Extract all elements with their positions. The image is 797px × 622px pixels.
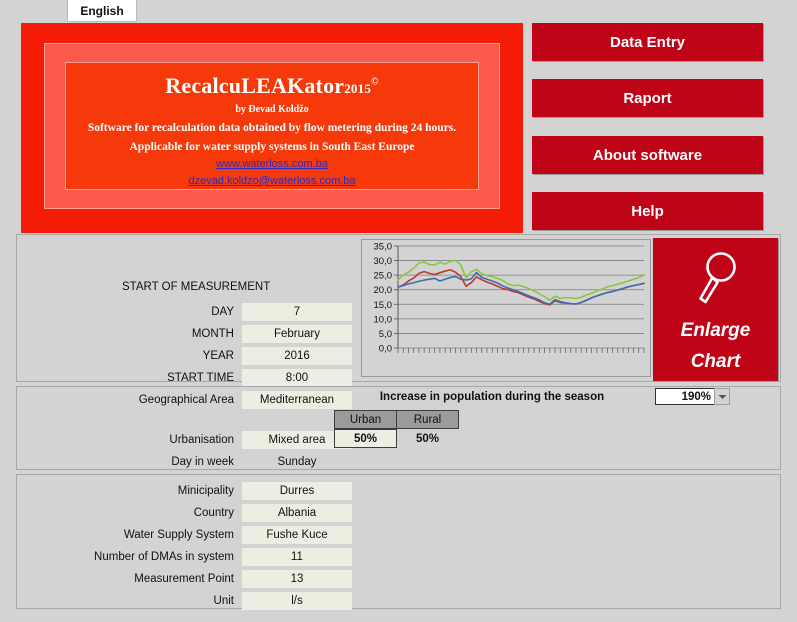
series-blue [397, 271, 645, 306]
field-day-label: DAY [211, 306, 234, 318]
field-year: YEAR 2016 [47, 347, 352, 365]
field-start-time-label: START TIME [167, 372, 234, 384]
field-start-time-value[interactable]: 8:00 [242, 369, 352, 387]
field-unit-label: Unit [213, 595, 234, 607]
website-link[interactable]: www.waterloss.com.ba [66, 158, 478, 170]
field-measurement-point-label: Measurement Point [134, 573, 234, 585]
field-day-in-week-value: Sunday [277, 456, 317, 468]
tab-english[interactable]: English [67, 0, 137, 22]
field-country-label: Country [193, 507, 234, 519]
field-urbanisation: Urbanisation Mixed area [47, 431, 352, 449]
field-day-in-week-label: Day in week [171, 456, 234, 468]
svg-text:30,0: 30,0 [374, 256, 393, 267]
title-banner-inner-frame: RecalcuLEAKator2015© by Đevad Koldžo Sof… [65, 62, 479, 190]
field-number-of-dmas-value[interactable]: 11 [242, 548, 352, 566]
svg-text:35,0: 35,0 [374, 242, 393, 253]
tab-strip: English [0, 0, 797, 22]
field-measurement-point: Measurement Point 13 [47, 570, 352, 588]
field-unit-value[interactable]: l/s [242, 592, 352, 610]
rural-value: 50% [415, 432, 440, 445]
field-month-value[interactable]: February [242, 325, 352, 343]
app-author: by Đevad Koldžo [235, 104, 309, 115]
field-municipality-label: Minicipality [177, 485, 234, 497]
field-month-label: MONTH [191, 328, 234, 340]
svg-text:10,0: 10,0 [374, 314, 393, 325]
svg-text:15,0: 15,0 [374, 300, 393, 311]
field-municipality-value[interactable]: Durres [242, 482, 352, 500]
population-increase-label: Increase in population during the season [379, 391, 605, 403]
app-title: RecalcuLEAKator2015© [66, 73, 478, 99]
svg-text:20,0: 20,0 [374, 285, 393, 296]
measurement-heading: START OF MEASUREMENT [122, 281, 271, 293]
field-geographical-area: Geographical Area Mediterranean [47, 391, 352, 409]
field-start-time: START TIME 8:00 [47, 369, 352, 387]
app-description-line-1: Software for recalculation data obtained… [87, 122, 457, 134]
app-description-line-2: Applicable for water supply systems in S… [129, 141, 415, 153]
enlarge-chart-button[interactable]: Enlarge Chart [653, 238, 778, 381]
field-year-value[interactable]: 2016 [242, 347, 352, 365]
app-title-year: 2015 [344, 81, 372, 96]
data-entry-button[interactable]: Data Entry [532, 23, 763, 61]
application-window: English RecalcuLEAKator2015© by Đevad Ko… [0, 0, 797, 622]
app-title-text: RecalcuLEAKator [165, 73, 345, 98]
magnifier-icon [688, 248, 744, 311]
field-measurement-point-value[interactable]: 13 [242, 570, 352, 588]
svg-text:5,0: 5,0 [379, 329, 392, 340]
copyright-symbol: © [371, 76, 379, 88]
svg-text:25,0: 25,0 [374, 271, 393, 282]
rural-column-header: Rural [396, 410, 459, 429]
field-country-value[interactable]: Albania [242, 504, 352, 522]
urban-column-header: Urban [334, 410, 397, 429]
field-year-label: YEAR [202, 350, 234, 362]
field-water-supply-system: Water Supply System Fushe Kuce [47, 526, 352, 544]
field-month: MONTH February [47, 325, 352, 343]
field-unit: Unit l/s [47, 592, 352, 610]
field-geographical-area-value[interactable]: Mediterranean [242, 391, 352, 409]
enlarge-chart-label-line2: Chart [690, 351, 741, 372]
chevron-down-icon[interactable] [714, 388, 730, 405]
field-day-value[interactable]: 7 [242, 303, 352, 321]
field-water-supply-system-label: Water Supply System [123, 529, 234, 541]
raport-button[interactable]: Raport [532, 79, 763, 117]
field-day: DAY 7 [47, 303, 352, 321]
field-number-of-dmas-label: Number of DMAs in system [94, 551, 234, 563]
population-increase-input[interactable]: 190% [655, 388, 715, 405]
flow-chart[interactable]: 0,0 5,0 10,0 15,0 20,0 25,0 30,0 35,0 [361, 239, 651, 377]
field-urbanisation-label: Urbanisation [169, 434, 234, 446]
title-banner-middle-frame: RecalcuLEAKator2015© by Đevad Koldžo Sof… [44, 43, 500, 209]
enlarge-chart-label-line1: Enlarge [680, 320, 751, 341]
about-software-button[interactable]: About software [532, 136, 763, 174]
urban-value[interactable]: 50% [334, 429, 397, 448]
field-geographical-area-label: Geographical Area [138, 394, 234, 406]
location-panel: Minicipality Durres Country Albania Wate… [16, 474, 781, 610]
svg-text:0,0: 0,0 [379, 344, 392, 355]
help-button[interactable]: Help [532, 192, 763, 230]
flow-chart-svg: 0,0 5,0 10,0 15,0 20,0 25,0 30,0 35,0 [374, 242, 645, 355]
field-municipality: Minicipality Durres [47, 482, 352, 500]
title-banner: RecalcuLEAKator2015© by Đevad Koldžo Sof… [21, 23, 523, 233]
field-water-supply-system-value[interactable]: Fushe Kuce [242, 526, 352, 544]
email-link[interactable]: dzevad.koldzo@waterloss.com.ba [66, 175, 478, 187]
field-day-in-week: Day in week Sunday [47, 453, 352, 471]
field-number-of-dmas: Number of DMAs in system 11 [47, 548, 352, 566]
field-country: Country Albania [47, 504, 352, 522]
